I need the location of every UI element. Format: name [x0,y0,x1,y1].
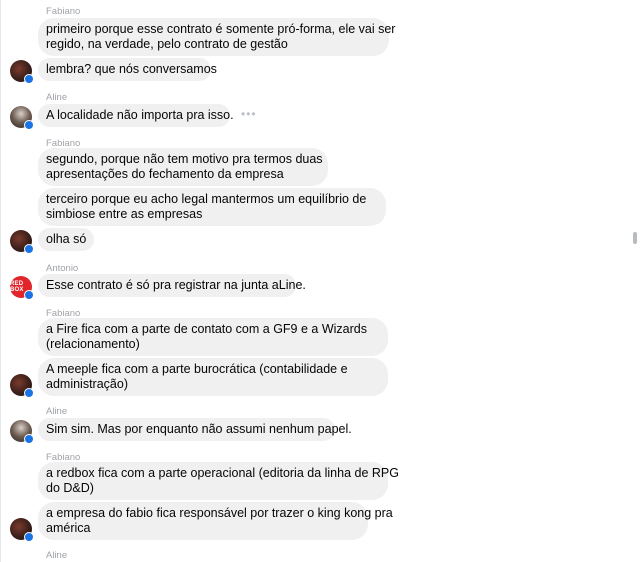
sender-name: Aline [46,406,68,417]
message-line: primeiro porque esse contrato é somente … [46,22,396,36]
message-line: segundo, porque não tem motivo pra termo… [46,152,323,166]
sender-name: Aline [46,92,68,103]
messenger-badge-icon [24,388,34,398]
messenger-badge-icon [24,74,34,84]
message-bubble[interactable]: Esse contrato é só pra registrar na junt… [38,274,306,297]
message-bubble[interactable]: a redbox fica com a parte operacional (e… [38,462,399,500]
message-bubble[interactable]: A localidade não importa pra isso. [38,104,234,127]
avatar-fabiano[interactable] [10,60,34,84]
messenger-badge-icon [24,290,34,300]
avatar-aline[interactable] [10,106,34,130]
messenger-badge-icon [24,120,34,130]
message-line: do D&D) [46,481,94,495]
message-line: Esse contrato é só pra registrar na junt… [46,278,306,292]
message-line: olha só [46,232,87,246]
message-line: (relacionamento) [46,337,140,351]
message-bubble[interactable]: Sim sim. Mas por enquanto não assumi nen… [38,418,352,441]
message-line: administração) [46,377,128,391]
message-line: apresentações do fechamento da empresa [46,167,284,181]
avatar-aline[interactable] [10,420,34,444]
left-divider [0,0,1,562]
message-line: regido, na verdade, pelo contrato de ges… [46,37,288,51]
message-bubble[interactable]: lembra? que nós conversamos [38,58,217,81]
avatar-fabiano[interactable] [10,230,34,254]
message-line: a Fire fica com a parte de contato com a… [46,322,367,336]
avatar-antonio[interactable]: RED BOX [10,276,34,300]
message-line: A meeple fica com a parte burocrática (c… [46,362,348,376]
message-bubble[interactable]: olha só [38,228,94,251]
avatar-fabiano[interactable] [10,518,34,542]
messenger-badge-icon [24,532,34,542]
sender-name: Fabiano [46,6,81,17]
message-line: Sim sim. Mas por enquanto não assumi nen… [46,422,352,436]
sender-name: Aline [46,550,68,561]
message-bubble[interactable]: primeiro porque esse contrato é somente … [38,18,396,56]
message-bubble[interactable]: segundo, porque não tem motivo pra termo… [38,148,328,186]
avatar-fabiano[interactable] [10,374,34,398]
message-line: a empresa do fabio fica responsável por … [46,506,393,520]
message-line: A localidade não importa pra isso. [46,108,234,122]
message-bubble[interactable]: A meeple fica com a parte burocrática (c… [38,358,388,396]
message-line: terceiro porque eu acho legal mantermos … [46,192,367,206]
message-line: lembra? que nós conversamos [46,62,217,76]
message-line: simbiose entre as empresas [46,207,203,221]
messenger-badge-icon [24,434,34,444]
message-bubble[interactable]: terceiro porque eu acho legal mantermos … [38,188,386,226]
scrollbar-thumb[interactable] [633,232,637,244]
message-line: américa [46,521,91,535]
messenger-badge-icon [24,244,34,254]
message-line: a redbox fica com a parte operacional (e… [46,466,399,480]
more-dots-icon[interactable]: ••• [241,108,257,120]
message-bubble[interactable]: a empresa do fabio fica responsável por … [38,502,393,540]
message-bubble[interactable]: a Fire fica com a parte de contato com a… [38,318,388,356]
